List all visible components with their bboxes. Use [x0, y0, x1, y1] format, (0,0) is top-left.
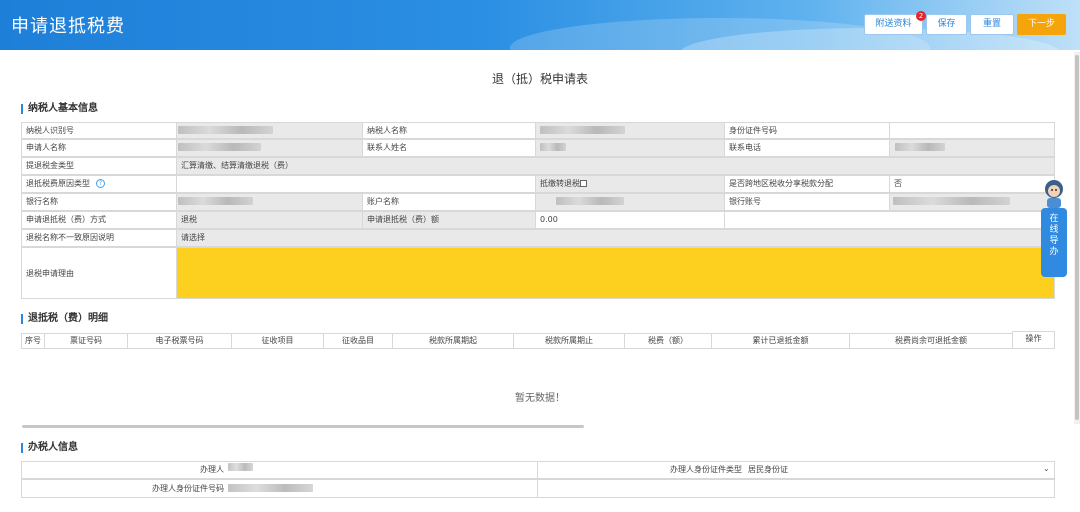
empty-cell	[537, 479, 1055, 498]
offset-refund-field: 抵缴转退税	[535, 175, 725, 193]
reason-type-select[interactable]	[176, 175, 536, 193]
label-id-no: 办理人身份证件号码	[152, 484, 224, 493]
refund-method-field: 退税	[176, 211, 363, 229]
section-title-refund-details: 退抵税（费）明细	[21, 314, 108, 324]
label-reason-type: 退抵税费原因类型?	[21, 175, 177, 193]
label-id-doc-no: 身份证件号码	[724, 122, 890, 139]
label-handler: 办理人	[200, 465, 224, 474]
col-header-e-ticket-no: 电子税票号码	[127, 333, 232, 349]
reset-button[interactable]: 重置	[970, 14, 1014, 35]
attach-materials-button[interactable]: 附送资料	[864, 14, 923, 35]
name-mismatch-select[interactable]: 请选择	[176, 229, 1055, 247]
id-type-select[interactable]: 居民身份证	[744, 462, 1044, 478]
label-bank-account: 银行账号	[724, 193, 890, 211]
header-bar: 申请退抵税费 附送资料 2 保存 重置 下一步	[0, 0, 1080, 50]
help-icon[interactable]: ?	[96, 179, 105, 188]
label-cross-region: 是否跨地区税收分享税款分配	[724, 175, 890, 193]
scrollbar-thumb[interactable]	[1075, 55, 1079, 420]
redacted-value	[556, 197, 624, 205]
col-header-voucher-no: 票证号码	[44, 333, 128, 349]
next-step-button[interactable]: 下一步	[1017, 14, 1066, 35]
col-header-remaining: 税费尚余可退抵金额	[849, 333, 1013, 349]
attach-count-badge: 2	[916, 11, 926, 21]
empty-table-message: 暂无数据！	[515, 393, 565, 404]
col-header-tax-amount: 税费（额）	[624, 333, 712, 349]
page-title: 申请退抵税费	[11, 16, 125, 37]
redacted-value	[895, 143, 945, 151]
redacted-value	[893, 197, 1010, 205]
label-taxpayer-id: 纳税人识别号	[21, 122, 177, 139]
col-header-levy-item: 征收项目	[231, 333, 324, 349]
offset-refund-checkbox[interactable]	[580, 180, 587, 187]
label-bank-name: 银行名称	[21, 193, 177, 211]
label-refund-method: 申请退抵税（费）方式	[21, 211, 177, 229]
label-account-name: 账户名称	[362, 193, 536, 211]
col-header-levy-subitem: 征收品目	[323, 333, 393, 349]
redacted-value	[178, 126, 273, 134]
form-title: 退（抵）税申请表	[491, 72, 588, 86]
label-taxpayer-name: 纳税人名称	[362, 122, 536, 139]
redacted-value	[228, 484, 313, 492]
section-title-taxpayer: 纳税人基本信息	[21, 104, 98, 114]
section-title-handler: 办税人信息	[21, 443, 78, 453]
col-header-period-start: 税款所属期起	[392, 333, 514, 349]
empty-cell	[724, 211, 1055, 229]
guide-label[interactable]: 在 线 导 办	[1041, 208, 1067, 277]
assistant-avatar-icon	[1045, 180, 1063, 208]
horizontal-scrollbar[interactable]	[22, 425, 584, 428]
refund-type-field: 汇算清缴、结算清缴退税（费）	[176, 157, 1055, 175]
redacted-value	[178, 143, 261, 151]
cross-region-select[interactable]: 否	[889, 175, 1055, 193]
label-refund-amount: 申请退抵税（费）额	[362, 211, 536, 229]
col-header-action: 操作	[1012, 331, 1055, 349]
label-refund-reason: 退税申请理由	[21, 247, 177, 299]
redacted-value	[540, 143, 566, 151]
label-contact-phone: 联系电话	[724, 139, 890, 157]
redacted-value	[228, 463, 253, 471]
id-doc-no-input[interactable]	[889, 122, 1055, 139]
label-name-mismatch: 退税名称不一致原因说明	[21, 229, 177, 247]
handler-row	[21, 461, 538, 479]
col-header-index: 序号	[21, 333, 45, 349]
save-button[interactable]: 保存	[926, 14, 967, 35]
vertical-scrollbar[interactable]	[1074, 52, 1080, 424]
refund-reason-textarea[interactable]	[176, 247, 1055, 299]
col-header-period-end: 税款所属期止	[513, 333, 625, 349]
refund-amount-field: 0.00	[535, 211, 725, 229]
label-id-type: 办理人身份证件类型	[670, 465, 742, 474]
chevron-down-icon[interactable]: ⌄	[1043, 464, 1074, 473]
col-header-refunded-total: 累计已退抵金额	[711, 333, 850, 349]
redacted-value	[178, 197, 253, 205]
label-refund-type: 提退税金类型	[21, 157, 177, 175]
label-contact-name: 联系人姓名	[362, 139, 536, 157]
label-applicant-name: 申请人名称	[21, 139, 177, 157]
online-guide-widget[interactable]: 在 线 导 办	[1041, 176, 1067, 277]
redacted-value	[540, 126, 625, 134]
